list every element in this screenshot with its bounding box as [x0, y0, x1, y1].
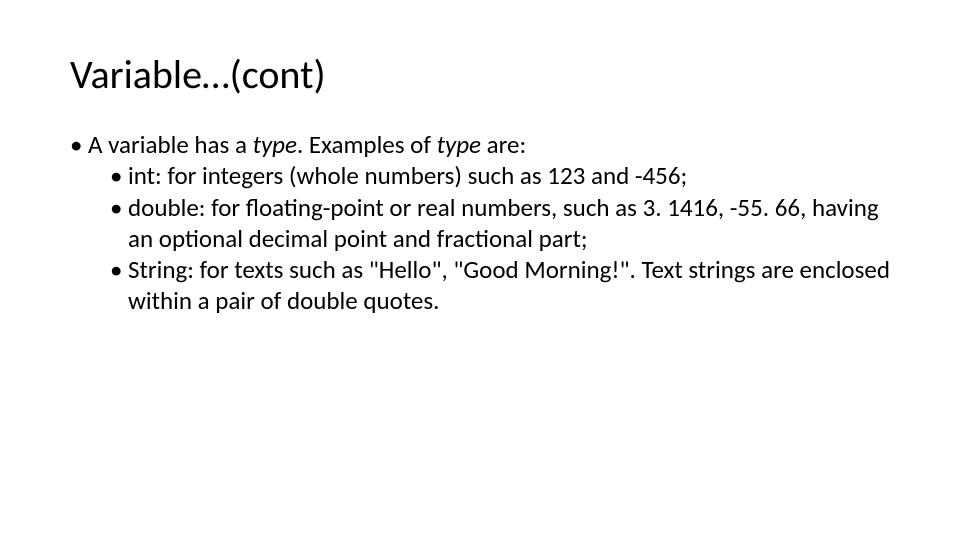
- intro-text-pre: A variable has a: [88, 129, 253, 160]
- intro-text-post: are:: [481, 129, 526, 160]
- slide: Variable…(cont) A variable has a type. E…: [0, 0, 960, 540]
- intro-bullet: A variable has a type. Examples of type …: [70, 129, 890, 317]
- intro-text-mid: . Examples of: [297, 129, 437, 160]
- intro-em-type-2: type: [437, 129, 481, 160]
- bullet-list-level2: int: for integers (whole numbers) such a…: [110, 160, 890, 316]
- bullet-list-level1: A variable has a type. Examples of type …: [70, 129, 890, 317]
- type-int-bullet: int: for integers (whole numbers) such a…: [110, 160, 890, 191]
- intro-em-type-1: type: [253, 129, 297, 160]
- slide-title: Variable…(cont): [70, 50, 890, 99]
- type-double-bullet: double: for floating-point or real numbe…: [110, 192, 890, 255]
- slide-body: A variable has a type. Examples of type …: [70, 129, 890, 317]
- type-string-bullet: String: for texts such as "Hello", "Good…: [110, 254, 890, 317]
